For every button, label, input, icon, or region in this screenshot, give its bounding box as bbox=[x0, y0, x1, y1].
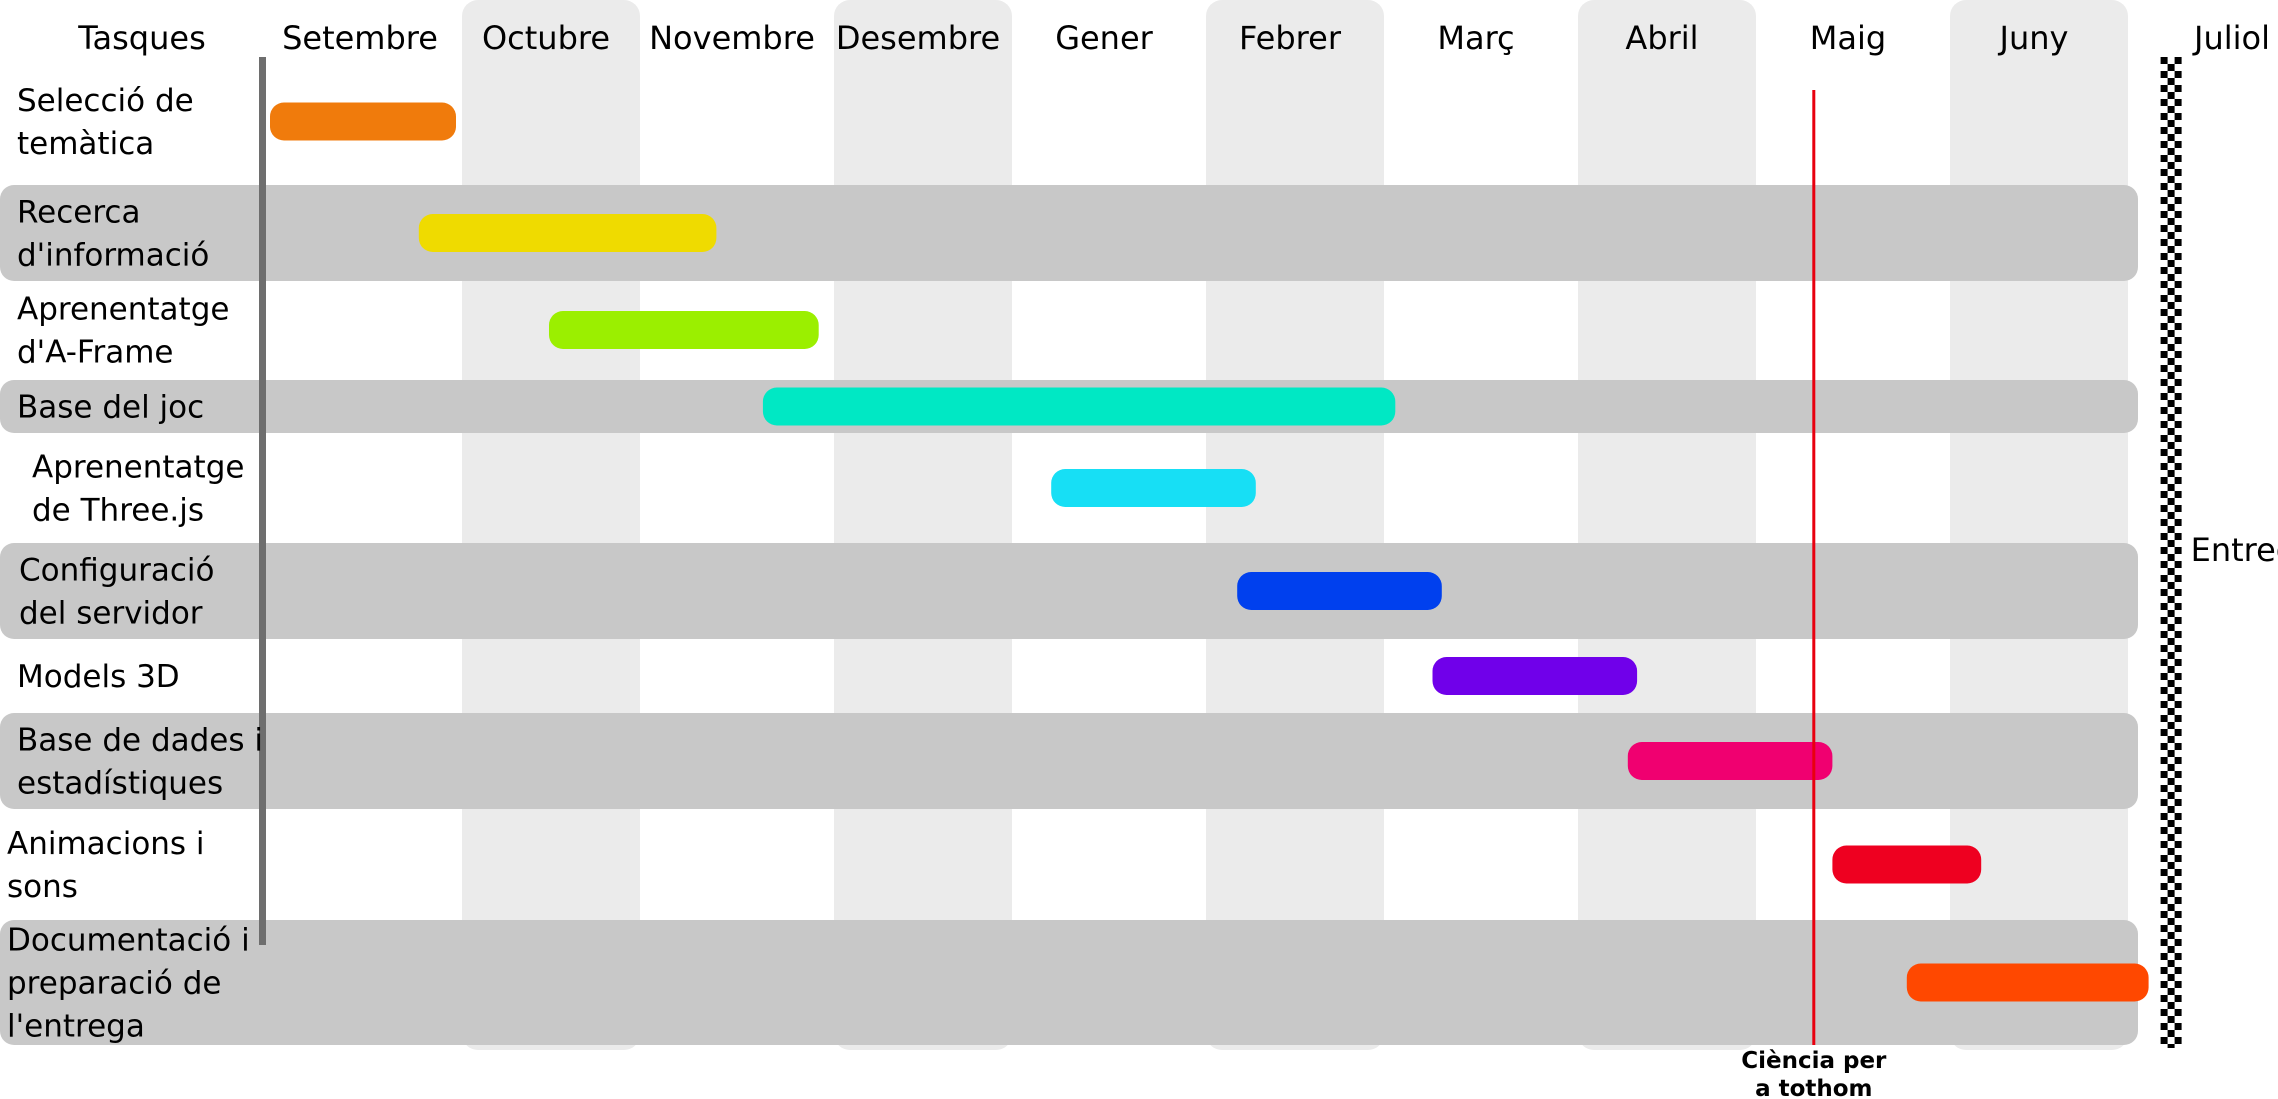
month-label-9: Maig bbox=[1810, 19, 1886, 57]
task-label-line: Selecció de bbox=[17, 83, 194, 119]
task-label-line: preparació de bbox=[7, 966, 221, 1002]
month-label-7: Març bbox=[1437, 19, 1514, 57]
task-label-5: Aprenentatge de Three.js bbox=[32, 450, 244, 529]
deadline-label: Entrega bbox=[2191, 531, 2278, 569]
task-bar-10 bbox=[1906, 963, 2149, 1002]
month-label-8: Abril bbox=[1625, 19, 1698, 57]
month-column-bg-8 bbox=[1578, 0, 1756, 1050]
task-label-line: temàtica bbox=[17, 126, 154, 162]
month-label-3: Novembre bbox=[649, 19, 815, 57]
month-label-4: Desembre bbox=[836, 19, 1000, 57]
month-column-bg-10 bbox=[1950, 0, 2128, 1050]
month-column-bg-2 bbox=[462, 0, 640, 1050]
task-label-line: sons bbox=[7, 869, 78, 905]
task-bar-9 bbox=[1832, 845, 1982, 884]
task-label-line: Base del joc bbox=[17, 390, 204, 426]
task-bar-8 bbox=[1627, 742, 1833, 780]
task-label-4: Base del joc bbox=[17, 390, 204, 426]
task-label-line: Models 3D bbox=[17, 659, 180, 695]
month-label-11: Juliol bbox=[2192, 19, 2270, 57]
milestone-label: Ciència per bbox=[1741, 1048, 1887, 1074]
gantt-chart: Tasques Setembre Octubre Novembre Desembre G… bbox=[0, 0, 2278, 1099]
task-row-backgrounds bbox=[0, 185, 2138, 1045]
task-label-line: Documentació i bbox=[7, 923, 250, 959]
task-bar-2 bbox=[418, 214, 717, 252]
task-label-line: estadístiques bbox=[17, 766, 223, 802]
task-bar-7 bbox=[1432, 657, 1638, 695]
month-label-2: Octubre bbox=[482, 19, 610, 57]
month-label-6: Febrer bbox=[1239, 19, 1342, 57]
task-label-line: del servidor bbox=[19, 596, 203, 632]
task-label-line: Aprenentatge bbox=[17, 292, 229, 328]
deadline-checkered-flag bbox=[2160, 57, 2182, 1048]
task-row-bg-6 bbox=[0, 543, 2138, 639]
task-axis-line bbox=[259, 57, 266, 945]
task-label-1: Selecció de temàtica bbox=[17, 83, 194, 162]
task-label-line: d'informació bbox=[17, 238, 209, 274]
month-column-backgrounds bbox=[462, 0, 2128, 1050]
task-bar-1 bbox=[270, 102, 456, 141]
task-label-line: d'A-Frame bbox=[17, 335, 174, 371]
milestone-line bbox=[1812, 90, 1816, 1045]
task-label-3: Aprenentatge d'A-Frame bbox=[17, 292, 229, 371]
task-bar-6 bbox=[1237, 572, 1442, 610]
task-bar-5 bbox=[1051, 469, 1256, 507]
task-label-line: Animacions i bbox=[7, 826, 205, 862]
month-label-5: Gener bbox=[1055, 19, 1153, 57]
month-label-10: Juny bbox=[1998, 19, 2069, 57]
task-label-line: l'entrega bbox=[7, 1009, 145, 1045]
task-bar-4 bbox=[762, 387, 1396, 426]
task-label-line: Configuració bbox=[19, 553, 214, 589]
month-column-bg-6 bbox=[1206, 0, 1384, 1050]
milestone-label: a tothom bbox=[1755, 1076, 1872, 1099]
task-label-line: Recerca bbox=[17, 195, 140, 231]
task-label-line: Aprenentatge bbox=[32, 450, 244, 486]
tasks-header-label: Tasques bbox=[77, 19, 205, 57]
deadline-marker: Entrega bbox=[2160, 57, 2278, 1048]
task-label-7: Models 3D bbox=[17, 659, 180, 695]
task-label-line: de Three.js bbox=[32, 493, 204, 529]
task-row-bg-10 bbox=[0, 920, 2138, 1045]
task-label-9: Animacions i sons bbox=[7, 826, 205, 905]
month-label-1: Setembre bbox=[282, 19, 438, 57]
task-label-line: Base de dades i bbox=[17, 723, 263, 759]
task-bar-3 bbox=[549, 311, 819, 349]
task-row-bg-2 bbox=[0, 185, 2138, 281]
month-column-bg-4 bbox=[834, 0, 1012, 1050]
